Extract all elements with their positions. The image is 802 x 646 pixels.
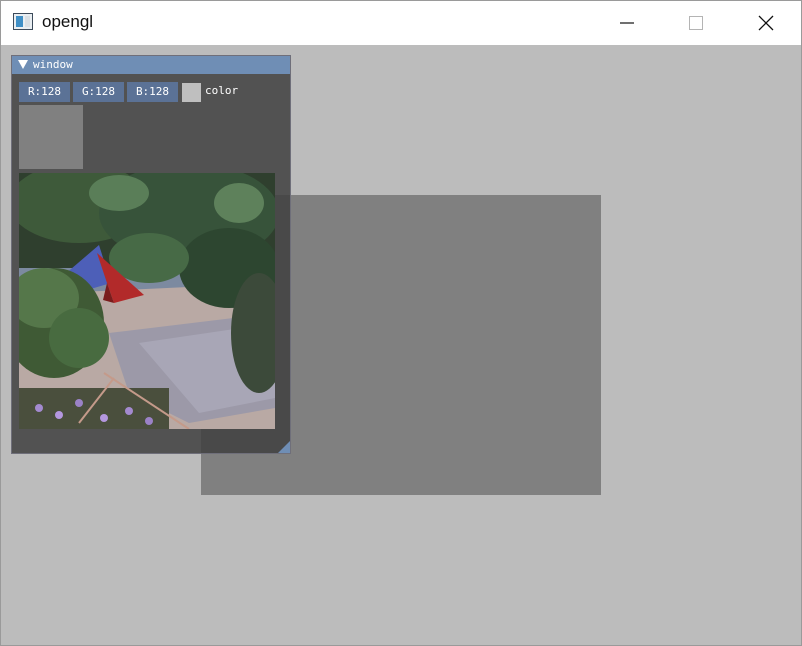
close-icon — [758, 15, 774, 31]
blue-channel-field[interactable]: B:128 — [127, 82, 178, 102]
camping-photo-image — [19, 173, 275, 429]
green-channel-field[interactable]: G:128 — [73, 82, 124, 102]
title-bar[interactable]: opengl — [1, 1, 801, 45]
red-channel-field[interactable]: R:128 — [19, 82, 70, 102]
opengl-app-icon — [13, 13, 33, 30]
close-button[interactable] — [743, 1, 789, 45]
color-edit-label: color — [205, 84, 239, 97]
maximize-icon — [689, 16, 703, 30]
minimize-icon — [620, 22, 634, 24]
resize-grip-icon[interactable] — [278, 441, 290, 453]
minimize-button[interactable] — [604, 1, 650, 45]
color-preview-square — [19, 105, 83, 169]
color-swatch-button[interactable] — [182, 83, 201, 102]
imgui-window-title: window — [33, 58, 73, 71]
imgui-title-bar[interactable]: window — [12, 56, 290, 74]
imgui-window[interactable]: window R:128 G:128 B:128 color — [11, 55, 291, 454]
maximize-button[interactable] — [673, 1, 719, 45]
window-title: opengl — [42, 12, 94, 31]
triangle-down-icon[interactable] — [18, 60, 28, 69]
